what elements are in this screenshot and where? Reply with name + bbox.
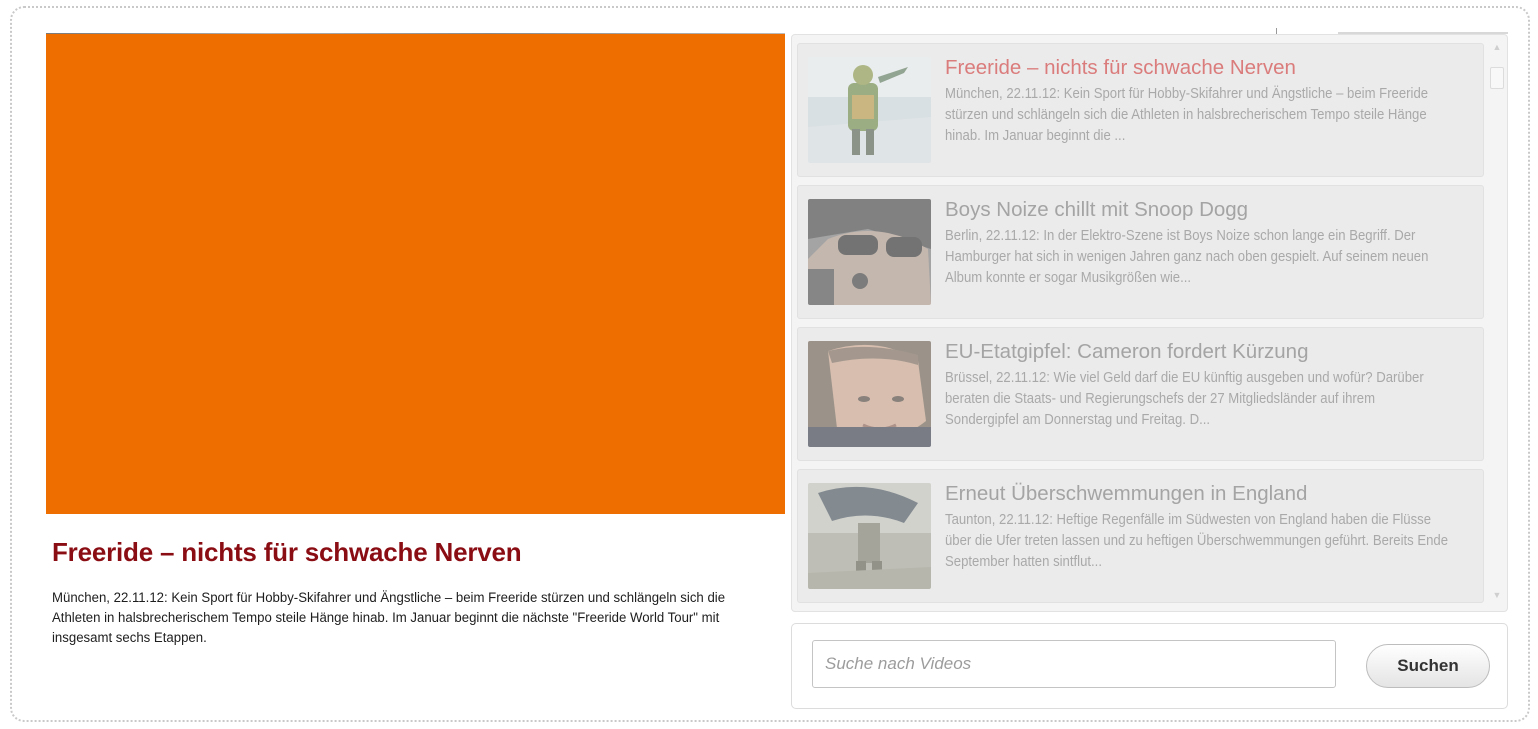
video-title: Freeride – nichts für schwache Nerven	[52, 537, 522, 567]
item-description: Berlin, 22.11.12: In der Elektro-Szene i…	[945, 228, 1429, 286]
scroll-up-icon[interactable]: ▲	[1490, 41, 1504, 53]
item-description: München, 22.11.12: Kein Sport für Hobby-…	[945, 86, 1429, 144]
search-input[interactable]	[812, 640, 1336, 688]
playlist-item[interactable]: Boys Noize chillt mit Snoop Dogg Berlin,…	[797, 185, 1484, 319]
video-playlist: Freeride – nichts für schwache Nerven Mü…	[791, 34, 1508, 612]
video-description: München, 22.11.12: Kein Sport für Hobby-…	[52, 590, 726, 646]
playlist-scrollbar[interactable]: ▲ ▼	[1490, 41, 1504, 601]
item-title: EU-Etatgipfel: Cameron fordert Kürzung	[945, 340, 1309, 363]
scroll-down-icon[interactable]: ▼	[1490, 589, 1504, 601]
playlist-item[interactable]: EU-Etatgipfel: Cameron fordert Kürzung B…	[797, 327, 1484, 461]
item-title: Freeride – nichts für schwache Nerven	[945, 56, 1296, 79]
item-description: Taunton, 22.11.12: Heftige Regenfälle im…	[945, 512, 1449, 570]
video-player[interactable]	[46, 34, 785, 514]
video-thumbnail	[808, 57, 931, 163]
video-thumbnail	[808, 199, 931, 305]
search-panel: Suche n	[791, 623, 1508, 709]
item-description: Brüssel, 22.11.12: Wie viel Geld darf di…	[945, 370, 1424, 428]
scroll-thumb[interactable]	[1490, 67, 1504, 89]
item-title: Boys Noize chillt mit Snoop Dogg	[945, 198, 1249, 221]
search-button[interactable]: Suchen	[1366, 644, 1490, 688]
playlist-item[interactable]: Freeride – nichts für schwache Nerven Mü…	[797, 43, 1484, 177]
video-thumbnail	[808, 341, 931, 447]
playlist-item[interactable]: Erneut Überschwemmungen in England Taunt…	[797, 469, 1484, 603]
item-title: Erneut Überschwemmungen in England	[945, 482, 1308, 505]
video-thumbnail	[808, 483, 931, 589]
